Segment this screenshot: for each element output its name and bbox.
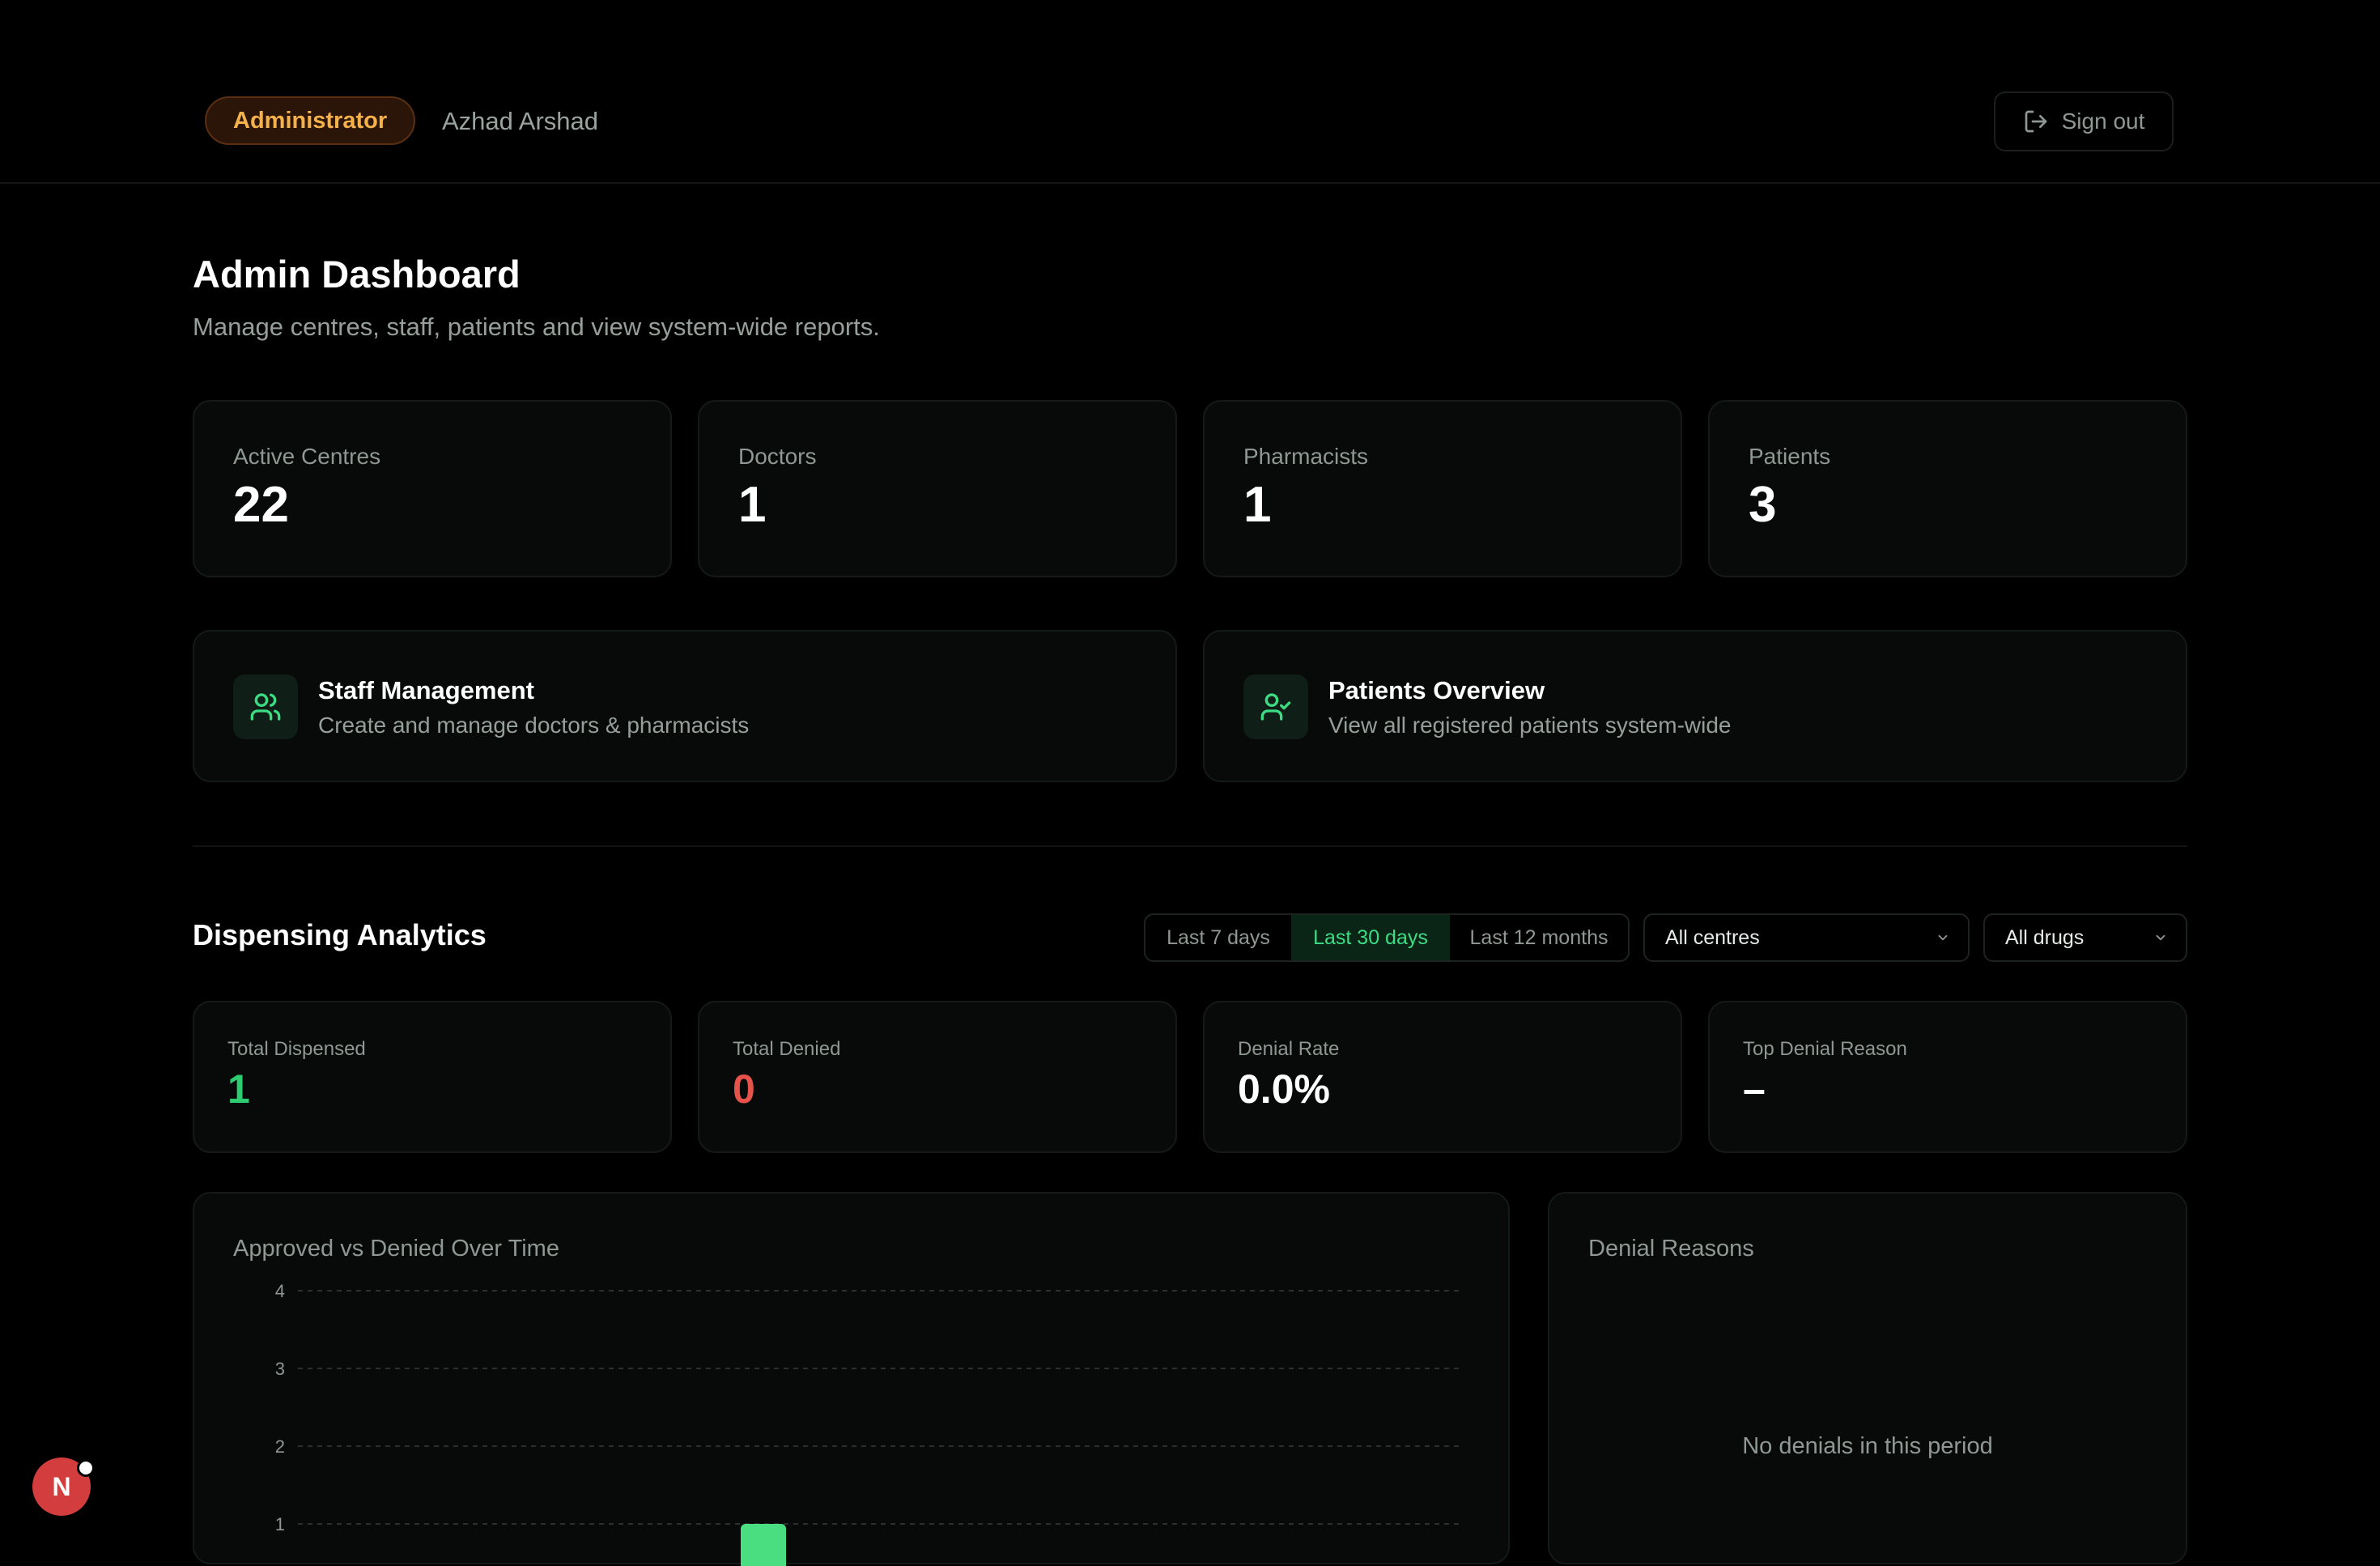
metric-label: Total Dispensed [227, 1038, 366, 1060]
metric-label: Top Denial Reason [1743, 1038, 1907, 1060]
stat-value: 1 [738, 477, 767, 533]
sign-out-label: Sign out [2061, 109, 2145, 134]
staff-management-desc: Create and manage doctors & pharmacists [318, 713, 750, 738]
stat-card-patients: Patients 3 [1708, 400, 2187, 577]
patients-icon-box [1243, 674, 1308, 739]
notification-dot [77, 1459, 95, 1477]
staff-icon-box [233, 674, 298, 739]
staff-management-title: Staff Management [318, 676, 534, 704]
approved-vs-denied-chart: 4 3 2 1 [275, 1281, 1461, 1566]
y-tick-label: 2 [275, 1436, 285, 1457]
user-name: Azhad Arshad [442, 107, 599, 135]
y-tick-label: 4 [275, 1281, 285, 1301]
metric-denial-rate: Denial Rate 0.0% [1203, 1001, 1682, 1153]
metric-label: Total Denied [733, 1038, 841, 1060]
centre-select[interactable]: All centres [1643, 913, 1970, 962]
log-out-icon [2025, 110, 2046, 133]
chevron-down-icon [2156, 934, 2165, 941]
section-divider [193, 845, 2187, 847]
stat-value: 1 [1243, 477, 1272, 533]
stat-label: Active Centres [233, 444, 381, 469]
range-last-30-days[interactable]: Last 30 days [1291, 915, 1450, 960]
patients-overview-desc: View all registered patients system-wide [1328, 713, 1732, 738]
analytics-title: Dispensing Analytics [193, 918, 487, 951]
range-last-12-months[interactable]: Last 12 months [1450, 915, 1628, 960]
metric-total-dispensed: Total Dispensed 1 [193, 1001, 672, 1153]
date-range-toggle: Last 7 days Last 30 days Last 12 months [1144, 913, 1630, 962]
range-last-7-days[interactable]: Last 7 days [1145, 915, 1291, 960]
stat-label: Doctors [738, 444, 817, 469]
metric-top-denial-reason: Top Denial Reason – [1708, 1001, 2187, 1153]
stat-value: 22 [233, 477, 289, 533]
denial-empty-state: No denials in this period [1742, 1433, 1993, 1459]
role-badge: Administrator [205, 96, 416, 145]
stat-card-active-centres: Active Centres 22 [193, 400, 672, 577]
user-check-icon [1260, 693, 1291, 721]
stat-card-pharmacists: Pharmacists 1 [1203, 400, 1682, 577]
page-title: Admin Dashboard [193, 253, 521, 296]
y-tick-label: 3 [275, 1359, 285, 1379]
stat-label: Patients [1749, 444, 1831, 469]
metric-value: 1 [227, 1066, 250, 1112]
denial-reasons-title: Denial Reasons [1588, 1236, 1754, 1262]
denial-reasons-card: Denial Reasons No denials in this period [1548, 1192, 2187, 1564]
patients-overview-title: Patients Overview [1328, 676, 1545, 704]
sign-out-button[interactable]: Sign out [1994, 91, 2174, 151]
chart-bar [741, 1524, 786, 1566]
metric-label: Denial Rate [1238, 1038, 1340, 1060]
metric-value: – [1743, 1066, 1766, 1112]
page-subtitle: Manage centres, staff, patients and view… [193, 313, 880, 341]
staff-management-card[interactable]: Staff Management Create and manage docto… [193, 630, 1177, 782]
patients-overview-card[interactable]: Patients Overview View all registered pa… [1203, 630, 2187, 782]
drug-select[interactable]: All drugs [1983, 913, 2187, 962]
metric-total-denied: Total Denied 0 [698, 1001, 1177, 1153]
approved-vs-denied-chart-card: Approved vs Denied Over Time 4321 [193, 1192, 1510, 1566]
chevron-down-icon [1938, 934, 1948, 941]
metric-value: 0 [733, 1066, 755, 1112]
y-tick-label: 1 [275, 1514, 285, 1534]
centre-select-value: All centres [1665, 926, 1760, 949]
stat-card-doctors: Doctors 1 [698, 400, 1177, 577]
drug-select-value: All drugs [2005, 926, 2085, 949]
metric-value: 0.0% [1238, 1066, 1330, 1112]
users-icon [250, 693, 281, 721]
top-bar: Administrator Azhad Arshad Sign out [0, 0, 2380, 184]
stat-label: Pharmacists [1243, 444, 1369, 469]
stat-value: 3 [1749, 477, 1777, 533]
